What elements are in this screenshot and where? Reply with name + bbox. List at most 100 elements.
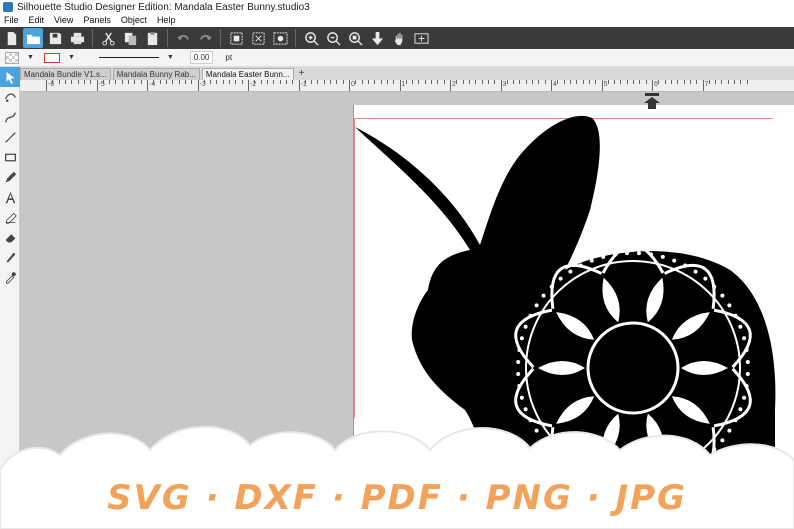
pencil-icon[interactable] <box>0 167 20 187</box>
eyedropper-icon[interactable] <box>0 267 20 287</box>
pan-hand-icon[interactable] <box>389 28 409 48</box>
ruler-tick <box>140 80 142 84</box>
page-move-handle-icon[interactable] <box>643 93 661 109</box>
paste-icon[interactable] <box>142 28 162 48</box>
ruler-tick <box>576 80 578 84</box>
ruler-tick <box>500 80 502 91</box>
fill-swatch[interactable] <box>5 51 19 64</box>
ruler-tick <box>551 80 552 91</box>
ruler-tick <box>203 80 205 84</box>
ruler-tick <box>191 80 193 84</box>
ungroup-icon[interactable] <box>248 28 268 48</box>
ruler-label: 6 <box>654 81 658 88</box>
new-tab-button[interactable]: + <box>296 68 308 80</box>
tab-mandala-bunny-rabbit[interactable]: Mandala Bunny Rab... <box>112 68 200 80</box>
ruler-label: 7 <box>704 81 709 88</box>
ruler-tick <box>519 80 521 84</box>
cut-icon[interactable] <box>98 28 118 48</box>
undo-icon[interactable] <box>173 28 193 48</box>
ruler-tick <box>652 80 653 91</box>
ruler-tick <box>330 80 332 84</box>
ruler-tick <box>418 80 420 84</box>
line-width-input[interactable]: 0.00 <box>189 51 214 64</box>
ruler-tick <box>658 80 660 84</box>
ruler-tick <box>172 80 174 84</box>
zoom-fit-icon[interactable] <box>345 28 365 48</box>
save-icon[interactable] <box>45 28 65 48</box>
text-icon[interactable] <box>0 187 20 207</box>
ruler-tick <box>468 80 470 84</box>
ruler-tick <box>696 80 698 84</box>
move-down-icon[interactable] <box>367 28 387 48</box>
ruler-tick <box>450 80 451 91</box>
ruler-label: 0 <box>351 81 355 88</box>
chevron-down-icon[interactable]: ▼ <box>167 54 174 61</box>
select-all-icon[interactable] <box>270 28 290 48</box>
ruler-tick <box>83 80 85 84</box>
window-title: Silhouette Studio Designer Edition: Mand… <box>17 1 310 13</box>
line-icon[interactable] <box>0 127 20 147</box>
knife-icon[interactable] <box>0 247 20 267</box>
menu-panels[interactable]: Panels <box>79 14 117 27</box>
ruler-tick <box>159 80 161 84</box>
select-arrow-icon[interactable] <box>0 67 20 87</box>
ruler-tick <box>702 80 704 91</box>
ruler-tick <box>412 80 414 84</box>
ruler-tick <box>304 80 306 84</box>
ruler-tick <box>689 80 691 84</box>
new-doc-icon[interactable] <box>1 28 21 48</box>
ruler-tick <box>563 80 565 84</box>
toolbar-divider <box>167 29 168 47</box>
curve-icon[interactable] <box>0 107 20 127</box>
zoom-out-icon[interactable] <box>323 28 343 48</box>
ruler-tick <box>292 80 294 84</box>
ruler-tick <box>279 80 281 84</box>
main-toolbar <box>0 27 794 49</box>
ruler-tick <box>431 80 433 84</box>
ruler-tick <box>607 80 609 84</box>
ruler-tick <box>71 80 73 84</box>
menu-object[interactable]: Object <box>117 14 153 27</box>
menu-help[interactable]: Help <box>153 14 182 27</box>
ruler-label: 4 <box>553 81 557 88</box>
ruler-tick <box>285 80 287 84</box>
tab-mandala-bundle[interactable]: Mandala Bundle V1.s... <box>20 68 111 80</box>
ruler-tick <box>645 80 647 84</box>
ruler-tick <box>487 80 489 84</box>
fill-icon[interactable] <box>0 207 20 227</box>
menu-edit[interactable]: Edit <box>25 14 51 27</box>
menu-file[interactable]: File <box>0 14 25 27</box>
line-color-swatch[interactable] <box>43 52 60 63</box>
rectangle-icon[interactable] <box>0 147 20 167</box>
ruler-tick <box>386 80 388 84</box>
ruler-tick <box>210 80 212 84</box>
fit-page-icon[interactable] <box>411 28 431 48</box>
ruler-tick <box>134 80 136 84</box>
zoom-in-icon[interactable] <box>301 28 321 48</box>
menu-view[interactable]: View <box>50 14 79 27</box>
ruler-tick <box>513 80 515 84</box>
ruler-tick <box>601 80 603 91</box>
ruler-tick <box>670 80 672 84</box>
chevron-down-icon[interactable]: ▼ <box>27 54 34 61</box>
line-style-preview[interactable] <box>98 57 159 58</box>
copy-icon[interactable] <box>120 28 140 48</box>
ruler-tick <box>494 80 496 84</box>
ruler-tick <box>626 80 628 84</box>
ruler-tick <box>677 80 679 84</box>
redo-icon[interactable] <box>195 28 215 48</box>
ruler-tick <box>538 80 540 84</box>
ruler-tick <box>506 80 508 84</box>
ruler-label: 3 <box>502 81 507 88</box>
point-edit-icon[interactable] <box>0 87 20 107</box>
line-settings-bar: ▼ ▼ ▼ 0.00 pt <box>0 49 794 67</box>
open-folder-icon[interactable] <box>23 28 43 48</box>
tab-mandala-easter-bunny[interactable]: Mandala Easter Bunn... <box>201 68 294 80</box>
eraser-icon[interactable] <box>0 227 20 247</box>
ruler-tick <box>361 80 363 84</box>
chevron-down-icon[interactable]: ▼ <box>68 54 75 61</box>
group-icon[interactable] <box>226 28 246 48</box>
print-icon[interactable] <box>67 28 87 48</box>
ruler-tick <box>456 80 458 84</box>
ruler-tick <box>77 80 79 84</box>
